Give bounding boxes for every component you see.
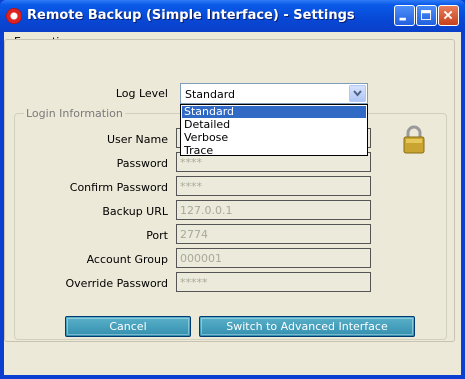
chevron-down-icon xyxy=(353,90,362,97)
maximize-icon xyxy=(421,10,432,21)
window-title: Remote Backup (Simple Interface) - Setti… xyxy=(27,8,355,23)
user-name-label: User Name xyxy=(106,133,168,146)
log-level-option[interactable]: Verbose xyxy=(182,132,366,144)
cancel-button[interactable]: Cancel xyxy=(65,316,191,337)
dropdown-button[interactable] xyxy=(349,85,366,102)
account-group-field[interactable]: 000001 xyxy=(176,248,371,268)
port-field[interactable]: 2774 xyxy=(176,224,371,244)
log-level-value: Standard xyxy=(185,88,236,101)
log-level-option[interactable]: Detailed xyxy=(182,119,366,131)
override-password-field[interactable]: ***** xyxy=(176,272,371,292)
padlock-icon xyxy=(402,124,426,154)
account-group-label: Account Group xyxy=(86,253,168,266)
log-level-dropdown-list: Standard Detailed Verbose Trace xyxy=(180,104,368,157)
password-label: Password xyxy=(116,157,168,170)
maximize-button[interactable] xyxy=(416,5,437,26)
port-label: Port xyxy=(146,229,168,242)
log-level-option[interactable]: Standard xyxy=(182,106,366,118)
backup-url-field[interactable]: 127.0.0.1 xyxy=(176,200,371,220)
close-button[interactable] xyxy=(438,5,459,26)
log-level-option[interactable]: Trace xyxy=(182,145,366,157)
switch-to-advanced-button[interactable]: Switch to Advanced Interface xyxy=(199,316,415,337)
app-icon xyxy=(6,8,22,24)
log-level-label: Log Level xyxy=(115,87,168,100)
login-information-legend: Login Information xyxy=(24,107,125,120)
close-icon xyxy=(443,10,453,20)
minimize-icon xyxy=(399,17,406,21)
app-window: Remote Backup (Simple Interface) - Setti… xyxy=(0,0,465,379)
title-bar[interactable]: Remote Backup (Simple Interface) - Setti… xyxy=(0,0,465,32)
backup-url-label: Backup URL xyxy=(102,205,168,218)
confirm-password-label: Confirm Password xyxy=(69,181,168,194)
log-level-select[interactable]: Standard xyxy=(180,83,368,104)
override-password-label: Override Password xyxy=(65,277,168,290)
minimize-button[interactable] xyxy=(394,5,415,26)
confirm-password-field[interactable]: **** xyxy=(176,176,371,196)
